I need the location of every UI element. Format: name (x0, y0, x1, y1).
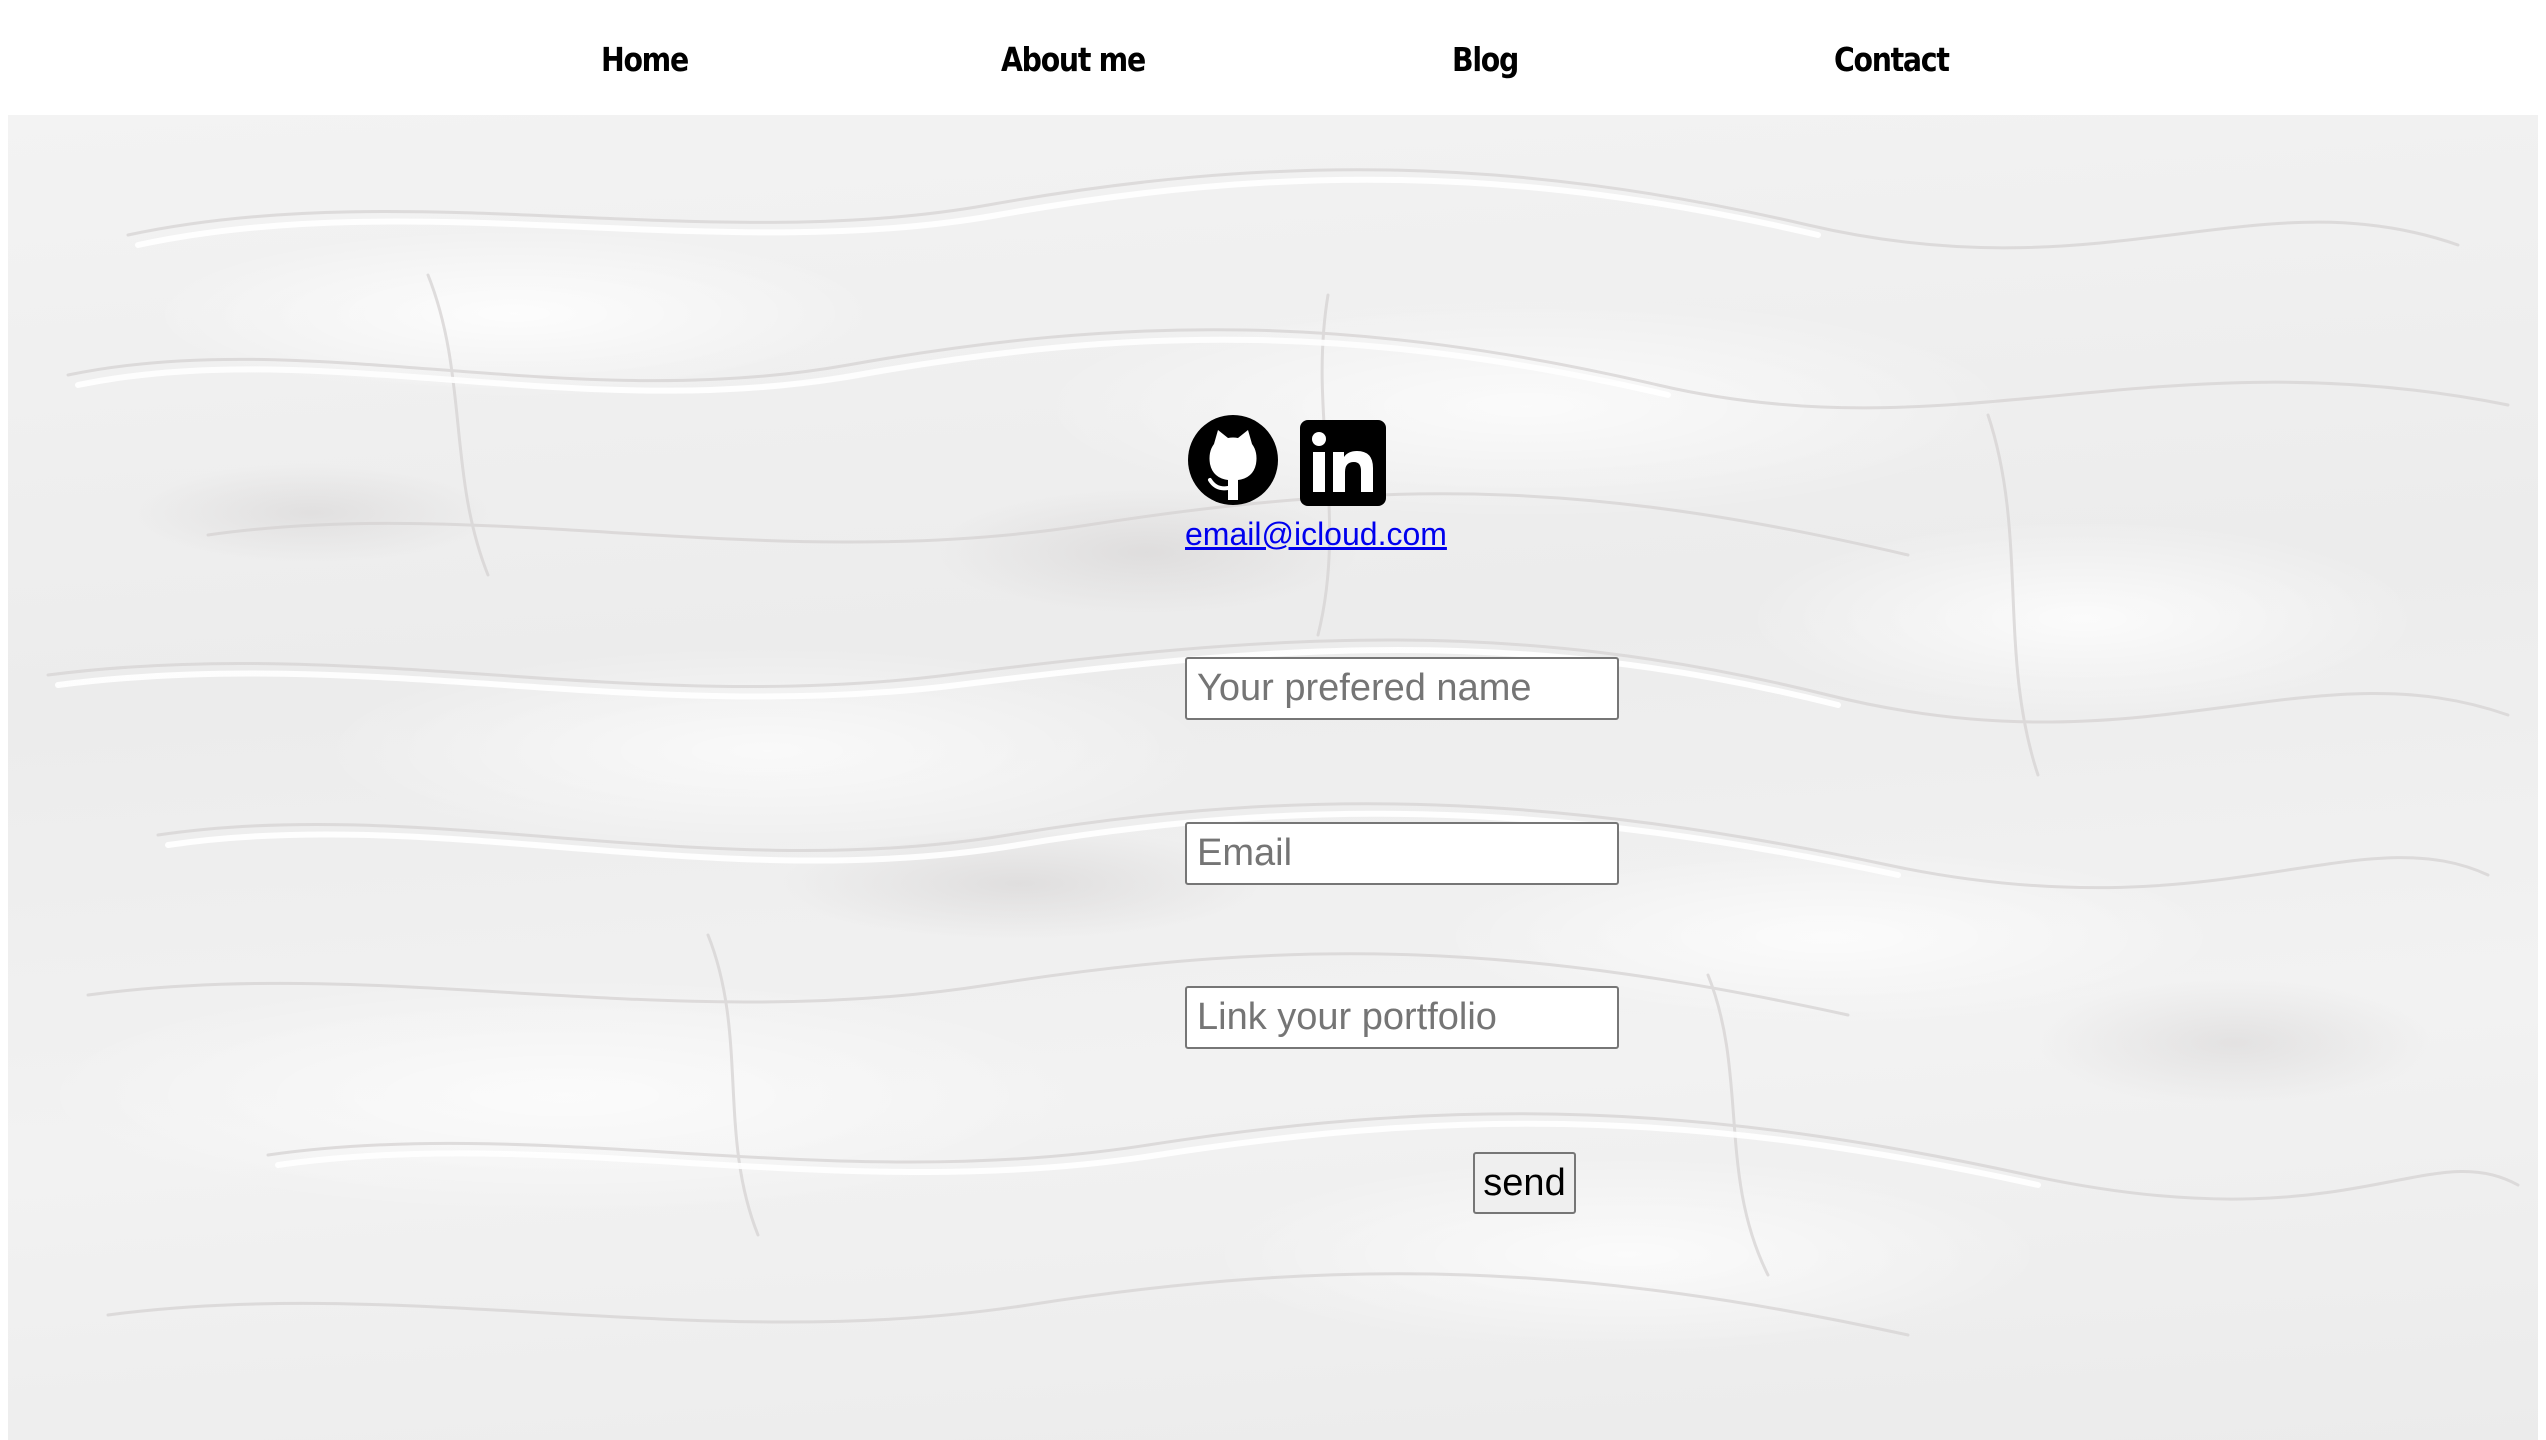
github-icon[interactable] (1186, 414, 1280, 506)
nav-home-link[interactable]: Home (601, 40, 689, 79)
portfolio-input[interactable] (1185, 986, 1619, 1049)
name-input[interactable] (1185, 657, 1619, 720)
contact-section: email@icloud.com send (8, 115, 2538, 1440)
top-navigation: Home About me Blog Contact (0, 0, 2546, 115)
nav-contact-link[interactable]: Contact (1834, 40, 1950, 79)
nav-blog-link[interactable]: Blog (1452, 40, 1519, 79)
paint-texture-background (46, 168, 2520, 1337)
nav-about-link[interactable]: About me (1001, 40, 1146, 79)
email-input[interactable] (1185, 822, 1619, 885)
send-button[interactable]: send (1473, 1152, 1576, 1214)
email-link[interactable]: email@icloud.com (1185, 516, 1447, 553)
linkedin-icon[interactable] (1300, 417, 1386, 509)
